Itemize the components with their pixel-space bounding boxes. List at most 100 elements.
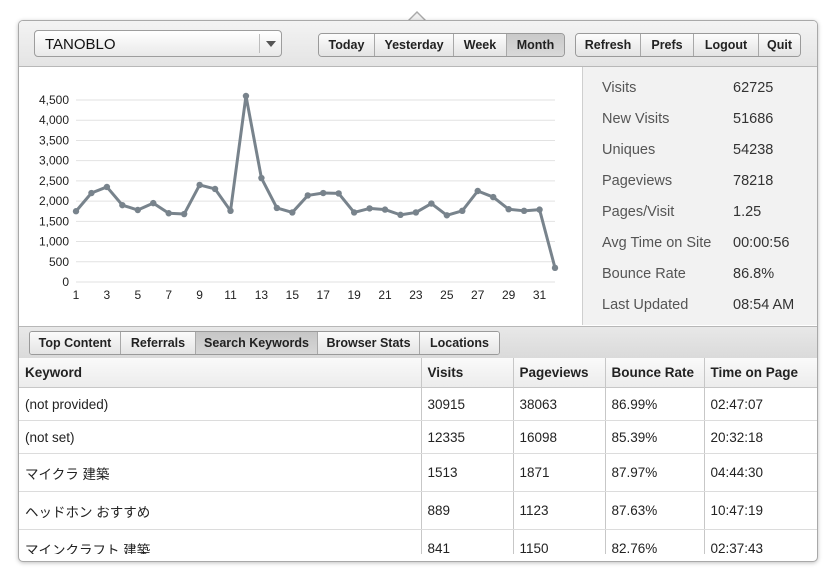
line-chart-svg: 0 500 1,000 1,500 2,000 2,500 3,000 3,500 4,000 4… — [39, 92, 559, 302]
x-tick-label: 1 — [73, 288, 80, 302]
x-tick-label: 31 — [533, 288, 547, 302]
prefs-button[interactable]: Prefs — [641, 34, 694, 56]
table-row[interactable]: (not set) 12335 16098 85.39% 20:32:18 — [19, 420, 817, 454]
table-row[interactable]: ヘッドホン おすすめ 889 1123 87.63% 10:47:19 — [19, 491, 817, 530]
x-tick-label: 21 — [378, 288, 392, 302]
x-tick-label: 23 — [409, 288, 423, 302]
cell-bounce-rate: 85.39% — [605, 420, 705, 454]
column-header-visits[interactable]: Visits — [421, 358, 514, 388]
stat-value-uniques: 54238 — [733, 142, 774, 158]
x-tick-label: 3 — [104, 288, 111, 302]
data-point — [119, 201, 126, 209]
data-point — [273, 204, 281, 212]
x-tick-label: 25 — [440, 288, 454, 302]
site-selector-divider — [259, 34, 260, 53]
visits-series-line — [74, 94, 557, 269]
cell-bounce-rate: 82.76% — [605, 529, 705, 554]
analytics-popover: TANOBLO Today Yesterday Week Month Refre… — [18, 20, 818, 562]
tab-referrals[interactable]: Referrals — [121, 332, 196, 354]
keywords-table-wrapper[interactable]: Keyword Visits Pageviews Bounce Rate Tim… — [19, 358, 817, 554]
stat-label-last-updated: Last Updated — [602, 297, 689, 313]
cell-keyword: (not set) — [19, 420, 422, 454]
site-selector-value: TANOBLO — [45, 36, 116, 53]
stat-value-last-updated: 08:54 AM — [733, 297, 795, 313]
stat-label-visits: Visits — [602, 80, 637, 96]
data-point — [242, 92, 250, 100]
report-tab-bar: Top Content Referrals Search Keywords Br… — [19, 326, 817, 359]
today-button[interactable]: Today — [319, 34, 375, 56]
stat-label-bounce-rate: Bounce Rate — [602, 266, 686, 282]
x-tick-label: 7 — [165, 288, 172, 302]
table-row[interactable]: マインクラフト 建築 841 1150 82.76% 02:37:43 — [19, 529, 817, 554]
data-point — [320, 189, 327, 197]
cell-pageviews: 1123 — [513, 491, 606, 530]
column-header-keyword[interactable]: Keyword — [19, 358, 422, 388]
cell-visits: 12335 — [421, 420, 514, 454]
table-row[interactable]: (not provided) 30915 38063 86.99% 02:47:… — [19, 387, 817, 421]
stat-label-new-visits: New Visits — [602, 111, 670, 127]
tab-top-content[interactable]: Top Content — [30, 332, 121, 354]
column-header-pageviews[interactable]: Pageviews — [513, 358, 606, 388]
period-segmented-control: Today Yesterday Week Month — [318, 33, 565, 57]
cell-pageviews: 16098 — [513, 420, 606, 454]
data-point — [134, 206, 142, 214]
quit-button[interactable]: Quit — [759, 34, 800, 56]
data-point — [536, 206, 543, 213]
x-tick-label: 11 — [224, 288, 237, 302]
stats-panel: Visits 62725 New Visits 51686 Uniques 54… — [582, 67, 817, 325]
cell-bounce-rate: 87.63% — [605, 491, 705, 530]
table-row[interactable]: マイクラ 建築 1513 1871 87.97% 04:44:30 — [19, 453, 817, 492]
stat-label-pageviews: Pageviews — [602, 173, 673, 189]
stat-label-avg-time: Avg Time on Site — [602, 235, 712, 251]
cell-visits: 30915 — [421, 387, 514, 421]
y-tick-label: 1,500 — [39, 214, 69, 228]
data-point — [227, 207, 234, 215]
data-point — [88, 189, 95, 197]
data-point — [150, 199, 157, 207]
y-tick-label: 2,000 — [39, 194, 69, 208]
data-point — [196, 181, 203, 189]
stat-value-pages-per-visit: 1.25 — [733, 204, 762, 220]
data-point — [381, 206, 389, 213]
data-point — [366, 205, 373, 212]
site-selector[interactable]: TANOBLO — [34, 30, 282, 57]
cell-time-on-page: 20:32:18 — [704, 420, 817, 454]
y-tick-label: 3,000 — [39, 154, 69, 168]
y-tick-label: 4,500 — [39, 93, 69, 107]
cell-keyword: (not provided) — [19, 387, 422, 421]
cell-pageviews: 38063 — [513, 387, 606, 421]
data-point — [459, 207, 466, 215]
data-point — [443, 212, 451, 219]
stat-value-avg-time: 00:00:56 — [733, 235, 790, 251]
data-point — [551, 264, 559, 272]
column-header-bounce-rate[interactable]: Bounce Rate — [605, 358, 705, 388]
chevron-down-icon — [266, 41, 276, 47]
cell-keyword: ヘッドホン おすすめ — [19, 491, 422, 530]
cell-visits: 889 — [421, 491, 514, 530]
data-point — [103, 183, 111, 191]
stat-label-pages-per-visit: Pages/Visit — [602, 204, 675, 220]
data-point — [505, 206, 512, 213]
cell-pageviews: 1871 — [513, 453, 606, 492]
table-header-row: Keyword Visits Pageviews Bounce Rate Tim… — [19, 358, 817, 388]
cell-time-on-page: 02:37:43 — [704, 529, 817, 554]
cell-bounce-rate: 86.99% — [605, 387, 705, 421]
report-tabs: Top Content Referrals Search Keywords Br… — [29, 331, 500, 355]
toolbar: TANOBLO Today Yesterday Week Month Refre… — [19, 21, 817, 67]
stat-value-visits: 62725 — [733, 80, 774, 96]
tab-browser-stats[interactable]: Browser Stats — [318, 332, 420, 354]
column-header-time-on-page[interactable]: Time on Page — [704, 358, 817, 388]
data-point — [72, 208, 80, 215]
stat-value-bounce-rate: 86.8% — [733, 266, 775, 282]
cell-visits: 841 — [421, 529, 514, 554]
data-point — [520, 207, 528, 215]
logout-button[interactable]: Logout — [694, 34, 759, 56]
month-button[interactable]: Month — [507, 34, 564, 56]
yesterday-button[interactable]: Yesterday — [375, 34, 454, 56]
refresh-button[interactable]: Refresh — [576, 34, 641, 56]
visits-chart: 0 500 1,000 1,500 2,000 2,500 3,000 3,500 4,000 4… — [19, 67, 582, 325]
week-button[interactable]: Week — [454, 34, 507, 56]
tab-search-keywords[interactable]: Search Keywords — [196, 332, 318, 354]
data-point — [412, 209, 420, 216]
tab-locations[interactable]: Locations — [420, 332, 499, 354]
